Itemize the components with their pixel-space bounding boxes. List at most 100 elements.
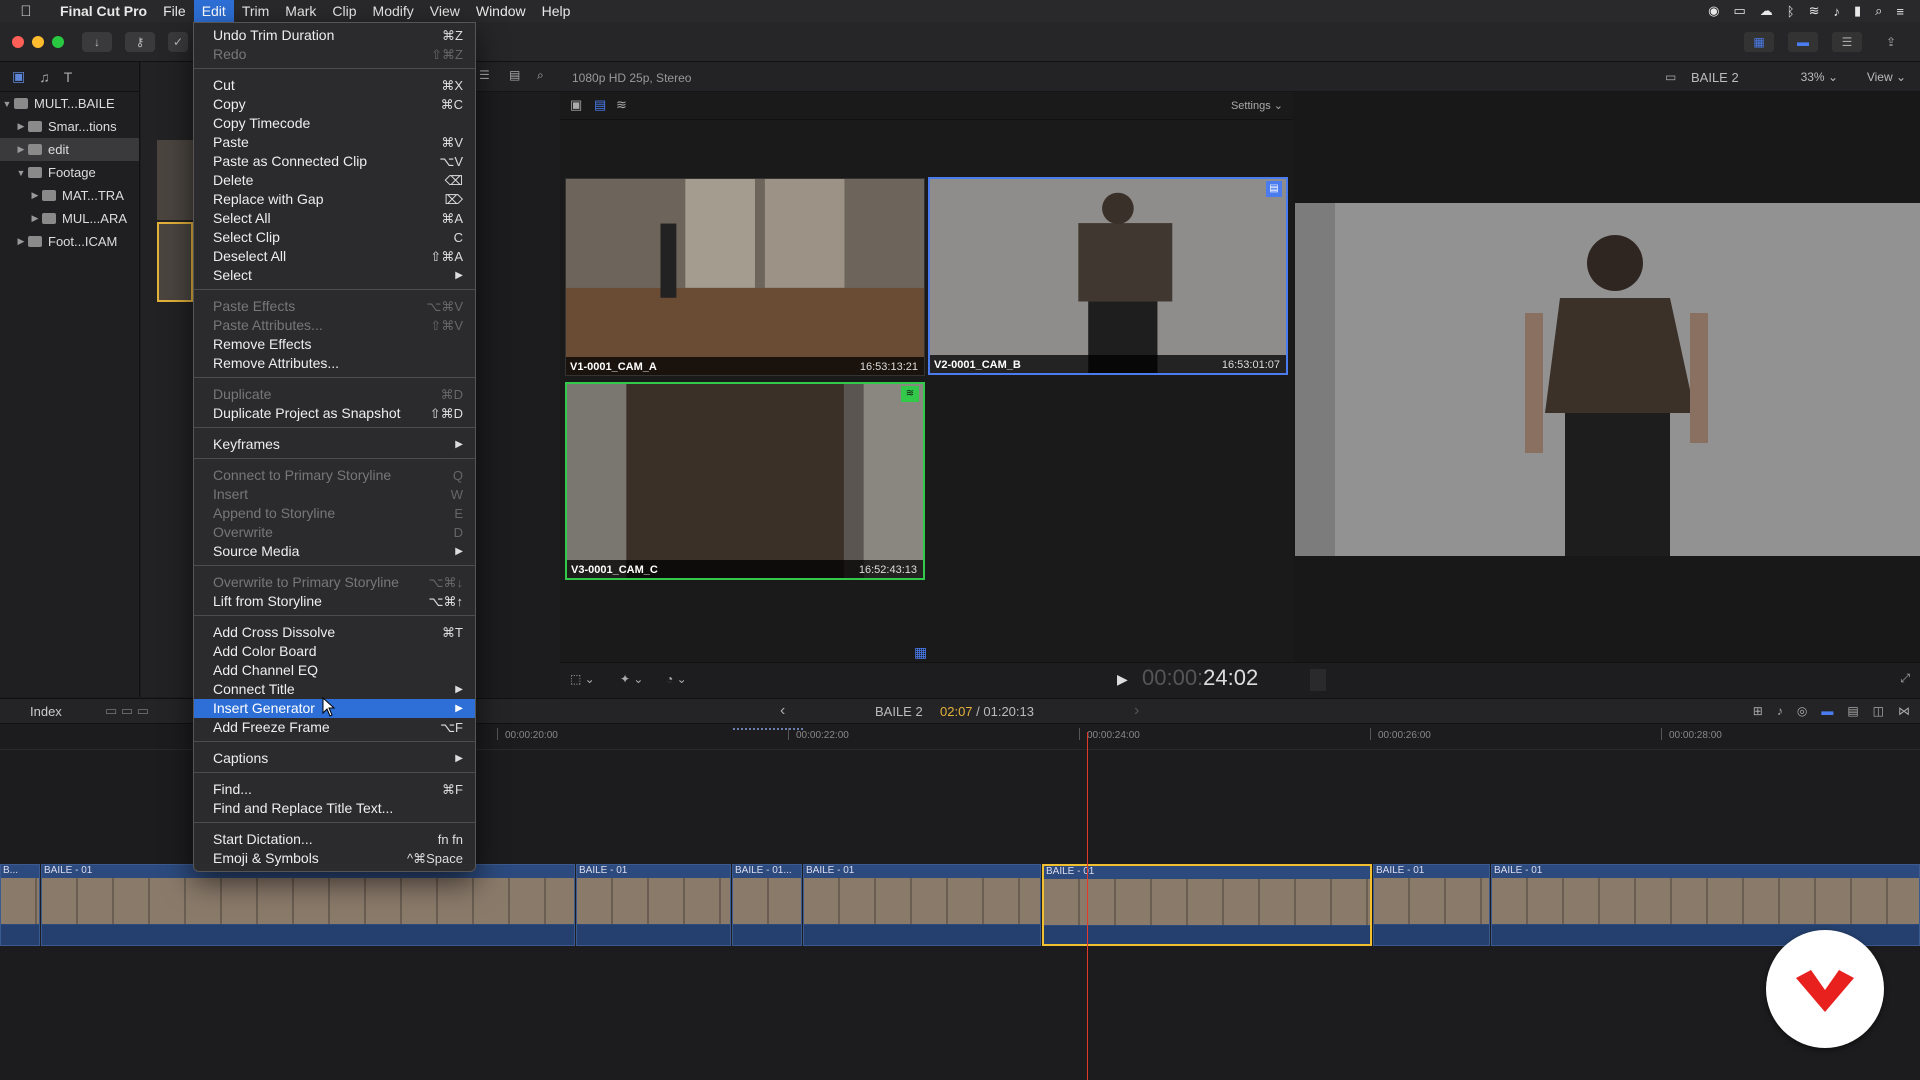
angle-cam-b[interactable]: ▤ V2-0001_CAM_B 16:53:01:07 (928, 177, 1288, 375)
menu-clip[interactable]: Clip (324, 0, 364, 22)
sidebar-item-mul-ara[interactable]: ▶ MUL...ARA (0, 207, 139, 230)
display-icon[interactable]: ▭ (1733, 3, 1745, 19)
filmstrip-icon[interactable]: ▤ (509, 68, 520, 82)
edit-buttons-icon[interactable]: ▭ ▭ ▭ (105, 703, 149, 719)
menu-item-source-media[interactable]: Source Media ▶ (194, 542, 475, 561)
sidebar-item-foot-icam[interactable]: ▶ Foot...ICAM (0, 230, 139, 253)
browser-search-icon[interactable]: ⌕ (537, 68, 544, 83)
minimize-window-button[interactable] (32, 36, 44, 48)
audio-only-switch-icon[interactable]: ≋ (616, 97, 627, 113)
snapping-icon[interactable]: ▬ (1821, 704, 1833, 718)
skimming-icon[interactable]: ⊞ (1753, 704, 1763, 718)
keywords-icon[interactable]: ⚷ (125, 32, 155, 52)
timeline-clip[interactable]: BAILE - 01 (576, 864, 731, 946)
timeline-index-button[interactable]: Index (30, 704, 62, 719)
menu-item-paste[interactable]: Paste ⌘V (194, 133, 475, 152)
menu-view[interactable]: View (422, 0, 468, 22)
menu-item-paste-connected[interactable]: Paste as Connected Clip ⌥V (194, 152, 475, 171)
browser-toggle-icon[interactable]: ▦ (1744, 32, 1774, 52)
fullscreen-icon[interactable]: ⤢ (1900, 671, 1910, 686)
battery-icon[interactable]: ▮ (1854, 3, 1861, 19)
timeline-clip[interactable]: BAILE - 01 (1373, 864, 1490, 946)
browser-clip-thumbnail-selected[interactable] (157, 222, 193, 302)
background-tasks-icon[interactable]: ✓ (168, 32, 188, 52)
import-icon[interactable]: ↓ (82, 32, 112, 52)
menu-item-find-replace[interactable]: Find and Replace Title Text... (194, 799, 475, 818)
wifi-icon[interactable]: ≋ (1809, 3, 1820, 19)
disclosure-closed-icon[interactable]: ▶ (14, 236, 28, 247)
clip-appearance-icon[interactable]: ☰ (479, 68, 490, 82)
menu-help[interactable]: Help (534, 0, 579, 22)
video-only-switch-icon[interactable]: ▤ (594, 97, 606, 113)
menu-edit[interactable]: Edit (193, 0, 234, 22)
menu-item-select-all[interactable]: Select All ⌘A (194, 209, 475, 228)
volume-icon[interactable]: ♪ (1833, 4, 1840, 19)
menu-item-duplicate-snapshot[interactable]: Duplicate Project as Snapshot ⇧⌘D (194, 404, 475, 423)
playhead[interactable] (1087, 732, 1088, 1080)
sidebar-item-mat-tra[interactable]: ▶ MAT...TRA (0, 184, 139, 207)
play-button[interactable]: ▶ (1117, 671, 1128, 688)
timeline-clip[interactable]: BAILE - 01 (803, 864, 1041, 946)
zoom-window-button[interactable] (52, 36, 64, 48)
menu-item-dictation[interactable]: Start Dictation... fn fn (194, 830, 475, 849)
spotlight-search-icon[interactable]: ⌕ (1875, 3, 1882, 19)
notification-center-icon[interactable]: ≡ (1896, 4, 1904, 19)
sidebar-item-library[interactable]: ▼ MULT...BAILE (0, 92, 139, 115)
menu-item-lift[interactable]: Lift from Storyline ⌥⌘↑ (194, 592, 475, 611)
disclosure-closed-icon[interactable]: ▶ (28, 213, 42, 224)
photos-audio-tab-icon[interactable]: ♫ (39, 69, 50, 85)
video-audio-switch-icon[interactable]: ▣ (570, 97, 582, 113)
menu-item-captions[interactable]: Captions ▶ (194, 749, 475, 768)
disclosure-closed-icon[interactable]: ▶ (14, 144, 28, 155)
retime-icon[interactable]: ◔ ⌄ (666, 672, 687, 686)
inspector-toggle-icon[interactable]: ☰ (1832, 32, 1862, 52)
menu-item-find[interactable]: Find... ⌘F (194, 780, 475, 799)
apple-icon[interactable]:  (0, 3, 52, 20)
record-icon[interactable]: ◉ (1708, 3, 1719, 19)
menu-app[interactable]: Final Cut Pro (52, 0, 155, 22)
menu-item-channel-eq[interactable]: Add Channel EQ (194, 661, 475, 680)
viewer-view-menu[interactable]: View ⌄ (1867, 70, 1906, 84)
solo-icon[interactable]: ◎ (1797, 704, 1807, 718)
menu-item-emoji[interactable]: Emoji & Symbols ^⌘Space (194, 849, 475, 868)
menu-item-deselect-all[interactable]: Deselect All ⇧⌘A (194, 247, 475, 266)
angle-cam-c[interactable]: ≋ V3-0001_CAM_C 16:52:43:13 (565, 382, 925, 580)
timeline-back-icon[interactable]: ‹ (780, 702, 785, 720)
menu-item-cut[interactable]: Cut ⌘X (194, 76, 475, 95)
timeline-clip-selected[interactable]: BAILE - 01 (1042, 864, 1372, 946)
angle-settings-menu[interactable]: Settings ⌄ (1231, 99, 1283, 112)
timeline-toggle-icon[interactable]: ▬ (1788, 32, 1818, 52)
menu-item-copy[interactable]: Copy ⌘C (194, 95, 475, 114)
timeline-forward-icon[interactable]: › (1134, 702, 1139, 720)
clip-appearance-timeline-icon[interactable]: ▤ (1847, 704, 1858, 718)
menu-item-copy-timecode[interactable]: Copy Timecode (194, 114, 475, 133)
angle-grid-icon[interactable]: ▦ (914, 644, 927, 661)
menu-item-color-board[interactable]: Add Color Board (194, 642, 475, 661)
browser-clip-thumbnail[interactable] (157, 140, 193, 220)
menu-item-replace-gap[interactable]: Replace with Gap ⌦ (194, 190, 475, 209)
menu-item-freeze-frame[interactable]: Add Freeze Frame ⌥F (194, 718, 475, 737)
menu-item-undo[interactable]: Undo Trim Duration ⌘Z (194, 26, 475, 45)
menu-mark[interactable]: Mark (277, 0, 324, 22)
angle-cam-a[interactable]: V1-0001_CAM_A 16:53:13:21 (565, 178, 925, 376)
effects-browser-icon[interactable]: ◫ (1873, 704, 1884, 718)
timeline-clip[interactable]: BAILE - 01... (732, 864, 802, 946)
disclosure-open-icon[interactable]: ▼ (0, 99, 14, 109)
viewer-zoom[interactable]: 33% ⌄ (1801, 70, 1838, 84)
sidebar-item-smart-collections[interactable]: ▶ Smar...tions (0, 115, 139, 138)
audio-skimming-icon[interactable]: ♪ (1777, 704, 1783, 718)
titles-generators-tab-icon[interactable]: T (64, 69, 73, 85)
timeline-clip[interactable]: B... (0, 864, 40, 946)
close-window-button[interactable] (12, 36, 24, 48)
sidebar-item-edit[interactable]: ▶ edit (0, 138, 139, 161)
disclosure-closed-icon[interactable]: ▶ (14, 121, 28, 132)
menu-item-remove-effects[interactable]: Remove Effects (194, 335, 475, 354)
enhancements-icon[interactable]: ✦ ⌄ (620, 672, 643, 686)
menu-trim[interactable]: Trim (234, 0, 277, 22)
creative-cloud-icon[interactable]: ☁ (1760, 3, 1773, 19)
menu-item-select[interactable]: Select ▶ (194, 266, 475, 285)
menu-item-cross-dissolve[interactable]: Add Cross Dissolve ⌘T (194, 623, 475, 642)
bluetooth-icon[interactable]: ᛒ (1787, 4, 1795, 19)
menu-item-keyframes[interactable]: Keyframes ▶ (194, 435, 475, 454)
menu-file[interactable]: File (155, 0, 194, 22)
